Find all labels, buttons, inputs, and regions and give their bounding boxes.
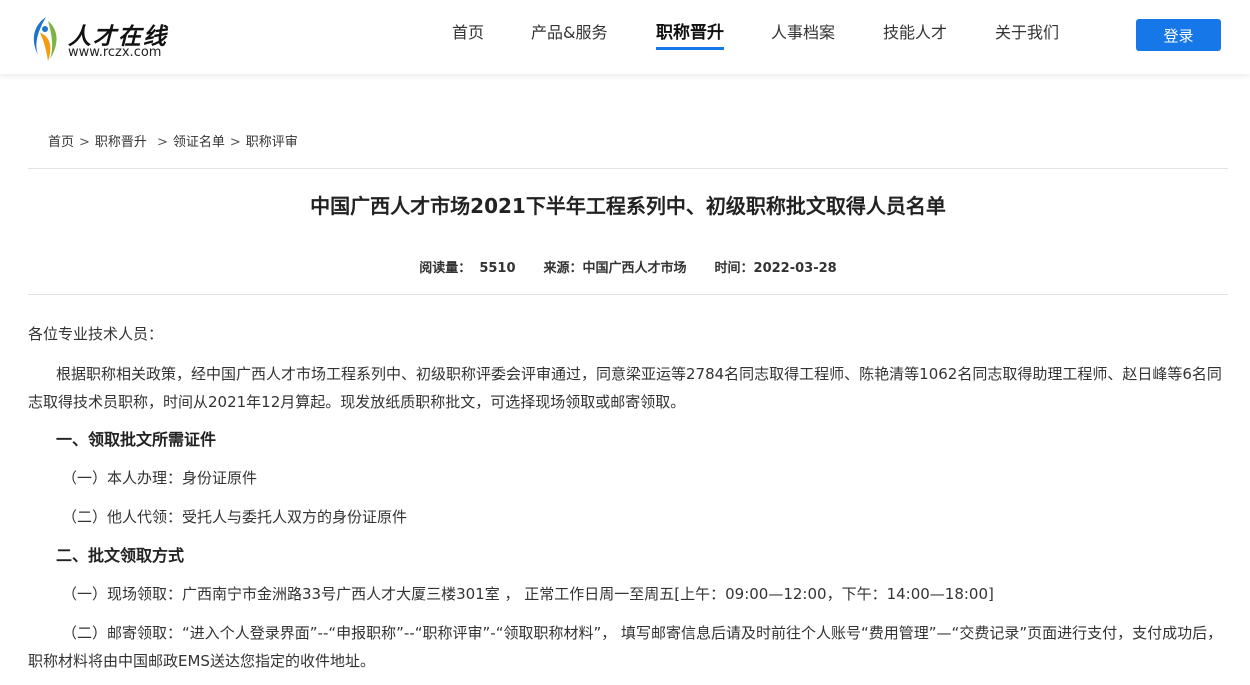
breadcrumb-certificate-list[interactable]: 领证名单 <box>173 135 225 150</box>
list-item: （二）他人代领：受托人与委托人双方的身份证原件 <box>62 508 408 526</box>
views-label: 阅读量： <box>419 261 472 276</box>
logo-url: www.rczx.com <box>68 45 162 60</box>
list-item: （二）邮寄领取：“进入个人登录界面”--“申报职称”--“职称评审”-“领取职称… <box>28 624 1223 670</box>
list-item: （一）本人办理：身份证原件 <box>62 469 258 487</box>
article-title: 中国广西人才市场2021下半年工程系列中、初级职称批文取得人员名单 <box>310 194 946 218</box>
views-count: 5510 <box>479 261 516 276</box>
breadcrumb-separator: > <box>229 135 241 150</box>
breadcrumb-separator: > <box>79 135 90 150</box>
source-value: 中国广西人才市场 <box>582 261 687 276</box>
site-header: 人才在线 www.rczx.com 首页 产品&服务 职称晋升 人事档案 技能人… <box>0 0 1250 74</box>
greeting: 各位专业技术人员： <box>28 325 164 343</box>
nav-item-title-promotion[interactable]: 职称晋升 <box>656 22 724 50</box>
article-meta: 阅读量： 5510 来源：中国广西人才市场 时间：2022-03-28 <box>28 257 1228 276</box>
time-value: 2022-03-28 <box>753 261 837 276</box>
section-heading: 二、批文领取方式 <box>56 546 185 565</box>
logo-swirl-icon <box>33 17 57 61</box>
breadcrumb-title-review[interactable]: 职称评审 <box>246 135 298 150</box>
intro-paragraph: 根据职称相关政策，经中国广西人才市场工程系列中、初级职称评委会评审通过，同意梁亚… <box>28 365 1222 411</box>
nav-item-skilled-talent[interactable]: 技能人才 <box>883 22 947 44</box>
nav-item-about-us[interactable]: 关于我们 <box>995 22 1059 44</box>
login-button[interactable]: 登录 <box>1136 19 1221 51</box>
article-body: 各位专业技术人员： 根据职称相关政策，经中国广西人才市场工程系列中、初级职称评委… <box>28 320 1228 675</box>
time-label: 时间： <box>714 261 754 276</box>
nav-item-home[interactable]: 首页 <box>452 22 484 44</box>
nav-item-products[interactable]: 产品&服务 <box>531 22 607 44</box>
breadcrumb-home[interactable]: 首页 <box>48 135 74 150</box>
breadcrumb: 首页 > 职称晋升 > 领证名单 > 职称评审 <box>48 131 298 150</box>
site-logo[interactable]: 人才在线 www.rczx.com <box>28 13 198 65</box>
breadcrumb-title-promotion[interactable]: 职称晋升 <box>95 135 147 150</box>
breadcrumb-separator: > <box>156 135 168 150</box>
source-label: 来源： <box>543 261 583 276</box>
list-item: （一）现场领取：广西南宁市金洲路33号广西人才大厦三楼301室 ， 正常工作日周… <box>62 585 994 603</box>
nav-item-personnel-archive[interactable]: 人事档案 <box>771 22 835 44</box>
divider <box>28 168 1228 169</box>
section-heading: 一、领取批文所需证件 <box>56 430 217 449</box>
divider <box>28 294 1228 295</box>
